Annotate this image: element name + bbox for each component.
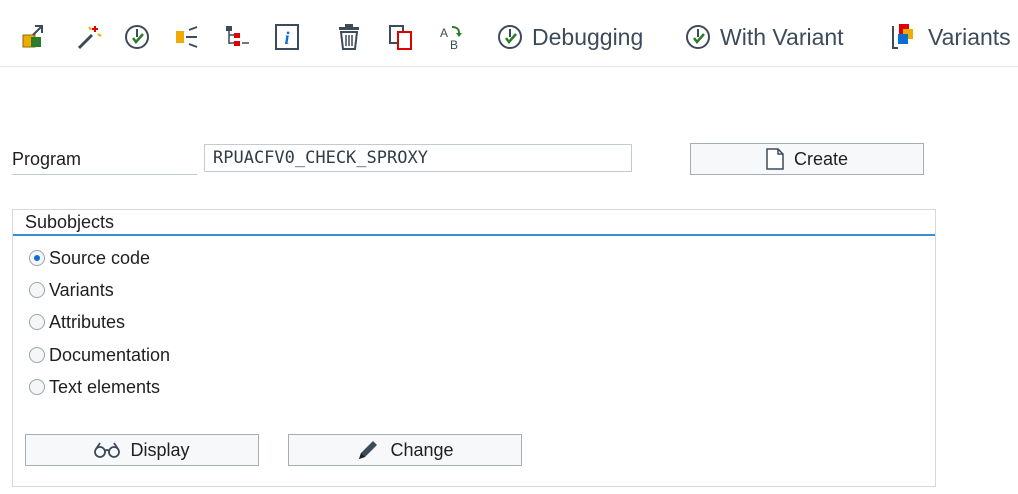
application-toolbar: i A B Debugging With Variant Variants — [0, 0, 1018, 67]
debug-check-icon — [498, 25, 522, 49]
debugging-button[interactable]: Debugging — [496, 20, 643, 54]
with-variant-button[interactable]: With Variant — [684, 20, 844, 54]
where-used-icon[interactable] — [172, 22, 202, 52]
radio-documentation[interactable]: Documentation — [29, 343, 170, 367]
info-icon[interactable]: i — [272, 22, 302, 52]
radio-button[interactable] — [29, 250, 45, 266]
program-input[interactable] — [204, 144, 632, 172]
program-label: Program — [12, 149, 197, 175]
radio-variants[interactable]: Variants — [29, 278, 114, 302]
radio-button[interactable] — [29, 347, 45, 363]
display-label: Display — [130, 439, 190, 460]
radio-label: Attributes — [49, 311, 126, 332]
display-button[interactable]: Display — [25, 434, 259, 466]
glasses-icon — [94, 442, 121, 458]
delete-icon[interactable] — [334, 22, 364, 52]
hierarchy-icon[interactable] — [222, 22, 252, 52]
radio-button[interactable] — [29, 314, 45, 330]
radio-label: Source code — [49, 247, 151, 268]
radio-label: Text elements — [49, 376, 161, 397]
radio-text-elements[interactable]: Text elements — [29, 375, 160, 399]
radio-label: Variants — [49, 279, 114, 300]
new-document-icon — [766, 148, 784, 170]
subobjects-group: Subobjects Source code Variants Attribut… — [12, 209, 936, 487]
variants-label: Variants — [928, 23, 1011, 50]
radio-source-code[interactable]: Source code — [29, 246, 150, 270]
svg-text:i: i — [284, 28, 289, 48]
rename-icon[interactable]: A B — [436, 22, 466, 52]
subobjects-title: Subobjects — [13, 210, 935, 236]
create-label: Create — [793, 148, 849, 169]
svg-text:B: B — [450, 38, 458, 51]
pencil-icon — [359, 441, 378, 459]
radio-button[interactable] — [29, 282, 45, 298]
variants-button[interactable]: Variants — [890, 20, 1011, 54]
change-button[interactable]: Change — [288, 434, 522, 466]
create-button[interactable]: Create — [690, 143, 924, 175]
with-variant-label: With Variant — [720, 23, 844, 50]
svg-text:A: A — [440, 26, 448, 40]
radio-label: Documentation — [49, 344, 171, 365]
check-icon[interactable] — [122, 22, 152, 52]
change-label: Change — [390, 439, 454, 460]
copy-icon[interactable] — [386, 22, 416, 52]
variants-icon — [892, 24, 913, 49]
with-variant-check-icon — [686, 25, 710, 49]
radio-button[interactable] — [29, 379, 45, 395]
other-object-icon[interactable] — [20, 22, 50, 52]
magic-wand-icon[interactable] — [74, 22, 104, 52]
radio-attributes[interactable]: Attributes — [29, 310, 125, 334]
debugging-label: Debugging — [532, 23, 644, 50]
